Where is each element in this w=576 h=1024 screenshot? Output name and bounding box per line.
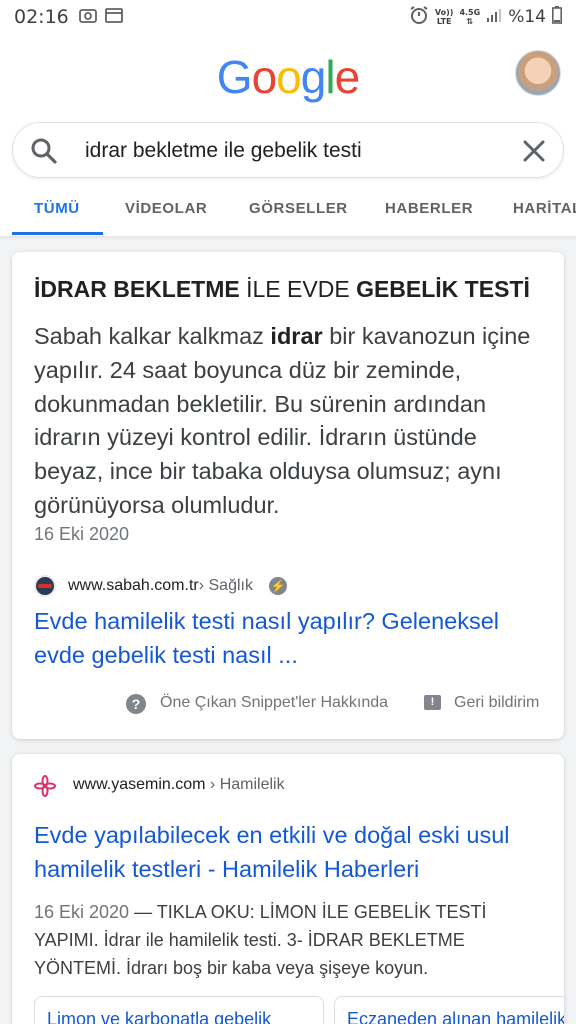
snippet-title: İDRAR BEKLETME İLE EVDE GEBELİK TESTİ (34, 276, 530, 302)
result-source[interactable]: www.yasemin.com › Hamilelik (73, 776, 285, 794)
network-indicator: 4.5G ⇅ (459, 8, 481, 26)
tab-news[interactable]: HABERLER (385, 200, 473, 217)
status-time: 02:16 (14, 6, 69, 28)
search-tabs: TÜMÜ VİDEOLAR GÖRSELLER HABERLER HARİTAL… (0, 194, 576, 236)
tab-maps[interactable]: HARİTALAR (513, 200, 576, 217)
source-breadcrumb: › Sağlık (198, 577, 253, 594)
active-tab-indicator (12, 232, 103, 235)
search-result-card: www.yasemin.com › Hamilelik Evde yapılab… (12, 754, 564, 1024)
sublink-chip[interactable]: Limon ve karbonatla gebelik (34, 996, 324, 1024)
logo-letter: o (276, 51, 302, 103)
search-input[interactable]: idrar bekletme ile gebelik testi (85, 139, 362, 163)
tab-images[interactable]: GÖRSELLER (249, 200, 348, 217)
help-icon[interactable]: ? (126, 694, 146, 714)
snippet-date: 16 Eki 2020 (34, 524, 130, 544)
result-title-link[interactable]: Evde yapılabilecek en etkili ve doğal es… (34, 818, 554, 886)
about-snippets-link[interactable]: Öne Çıkan Snippet'ler Hakkında (160, 694, 388, 712)
source-url: www.sabah.com.tr (68, 577, 199, 594)
logo-letter: g (300, 51, 327, 103)
calendar-icon (104, 7, 123, 27)
sabah-favicon-icon (34, 575, 56, 597)
snippet-footer: ? Öne Çıkan Snippet'ler Hakkında ! Geri … (12, 692, 564, 722)
result-snippet: 16 Eki 2020 — TIKLA OKU: LİMON İLE GEBEL… (34, 902, 487, 978)
tab-videos[interactable]: VİDEOLAR (125, 200, 207, 217)
logo-letter: o (251, 51, 278, 103)
account-avatar[interactable] (515, 50, 561, 96)
close-icon[interactable] (519, 136, 549, 166)
battery-icon (552, 5, 562, 29)
status-bar: 02:16 Vo)) LTE 4.5G ⇅ %14 (0, 0, 576, 34)
alarm-icon (409, 5, 429, 30)
search-icon[interactable] (29, 136, 59, 166)
logo-letter: e (334, 51, 361, 103)
feedback-link[interactable]: Geri bildirim (454, 694, 539, 712)
search-header: Google idrar bekletme ile gebelik testi … (0, 34, 576, 236)
screenshot-icon (78, 7, 97, 27)
signal-icon (486, 7, 502, 28)
amp-lightning-icon: ⚡ (268, 577, 287, 595)
logo-letter: G (216, 51, 253, 103)
search-box[interactable]: idrar bekletme ile gebelik testi (12, 122, 564, 178)
feedback-icon[interactable]: ! (424, 695, 441, 710)
volte-indicator: Vo)) LTE (434, 8, 454, 26)
battery-percent: %14 (508, 7, 546, 27)
yasemin-favicon-icon (34, 775, 56, 797)
google-logo[interactable]: Google (0, 50, 576, 104)
header-divider (0, 236, 576, 240)
snippet-body: Sabah kalkar kalkmaz idrar bir kavanozun… (34, 323, 531, 518)
featured-snippet-card: İDRAR BEKLETME İLE EVDE GEBELİK TESTİ Sa… (12, 252, 564, 739)
snippet-source[interactable]: www.sabah.com.tr › Sağlık ⚡ (34, 575, 287, 597)
logo-letter: l (325, 51, 335, 103)
snippet-result-link[interactable]: Evde hamilelik testi nasıl yapılır? Gele… (34, 604, 554, 672)
tab-all[interactable]: TÜMÜ (34, 200, 80, 217)
sublink-chip[interactable]: Eczaneden alınan hamilelik (334, 996, 564, 1024)
